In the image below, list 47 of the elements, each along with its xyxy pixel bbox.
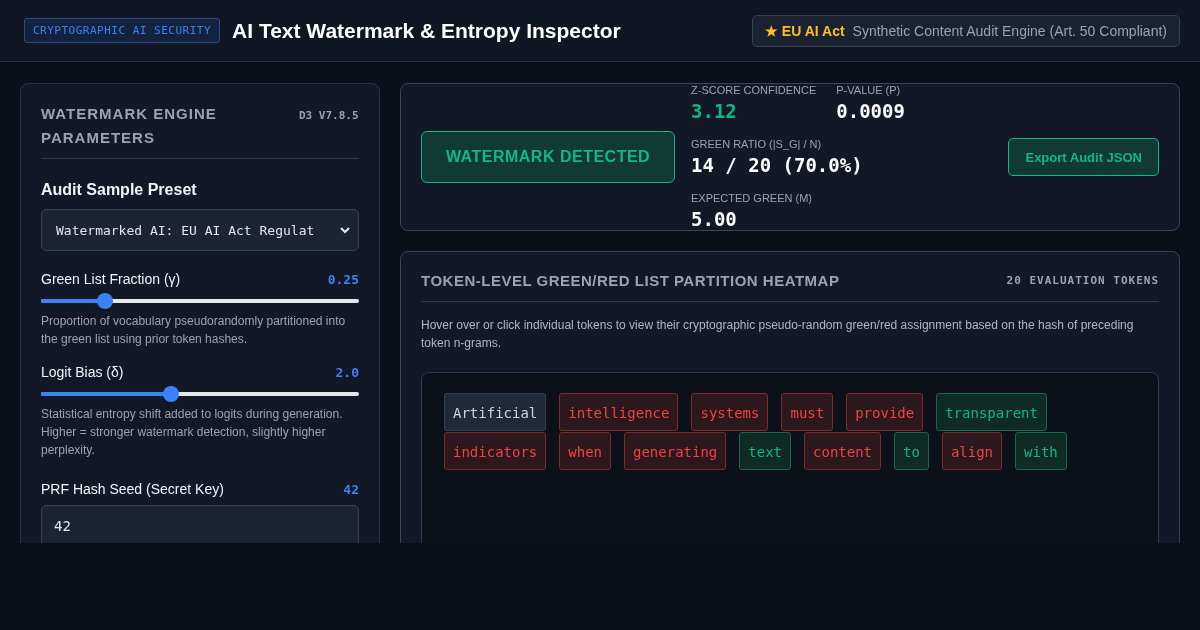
- stat-label: P-VALUE (P): [836, 84, 902, 96]
- chevron-icon: [340, 226, 350, 234]
- token-chip[interactable]: Artificial: [444, 393, 547, 431]
- stat-label: EXPECTED GREEN (M): [691, 192, 813, 204]
- token-chip[interactable]: indicators: [444, 432, 547, 470]
- token-chip[interactable]: text: [739, 432, 792, 470]
- app-title: AI Text Watermark & Entropy Inspector: [232, 18, 621, 43]
- field-label: PRF Hash Seed (Secret Key): [41, 481, 224, 497]
- stat-value: 14 / 20 (70.0%): [691, 154, 864, 176]
- seed-reading: 42: [343, 481, 359, 497]
- slider[interactable]: [41, 386, 359, 402]
- stat-value: 5.00: [691, 208, 738, 230]
- slider-reading: 2.0: [335, 364, 359, 380]
- token-chip[interactable]: transparent: [936, 393, 1047, 431]
- token-chip[interactable]: content: [804, 432, 882, 470]
- token-chip[interactable]: generating: [624, 432, 727, 470]
- token-chip[interactable]: provide: [846, 393, 924, 431]
- token-chip[interactable]: must: [781, 393, 834, 431]
- token-chip[interactable]: to: [894, 432, 929, 470]
- stat-value: 0.0009: [836, 100, 906, 122]
- token-chip[interactable]: with: [1015, 432, 1067, 470]
- field-label: Audit Sample Preset: [41, 181, 198, 199]
- version-label: D3 V7.8.5: [299, 108, 359, 124]
- compliance-text: Synthetic Content Audit Engine (Art. 50 Compliant): [852, 22, 1167, 39]
- slider-label: Green List Fraction (γ): [41, 271, 181, 287]
- slider-description: Proportion of vocabulary pseudorandomly partitioned into the green list using prior token hashes.: [41, 313, 347, 348]
- token-chip[interactable]: align: [941, 432, 1003, 470]
- slider[interactable]: [41, 293, 359, 309]
- slider-description: Statistical entropy shift added to logits during generation. Higher = stronger watermark detection, slightly higher perplexity.: [41, 406, 344, 459]
- preset-dropdown[interactable]: Watermarked AI: EU AI Act Regulat: [41, 209, 359, 251]
- heatmap-description: Hover over or click individual tokens to view their cryptographic pseudo-random green/red assignment based on the hash of preceding token n-grams.: [421, 317, 1135, 352]
- slider-reading: 0.25: [327, 271, 359, 287]
- slider-label: Logit Bias (δ): [41, 364, 124, 380]
- verdict-badge: WATERMARK DETECTED: [421, 131, 675, 183]
- category-badge: CRYPTOGRAPHIC AI SECURITY: [24, 18, 221, 43]
- panel-title: WATERMARK ENGINE PARAMETERS: [41, 104, 218, 148]
- token-count: 20 EVALUATION TOKENS: [1006, 274, 1159, 287]
- section-title: TOKEN-LEVEL GREEN/RED LIST PARTITION HEATMAP: [421, 272, 840, 289]
- stat-label: GREEN RATIO (|S_G| / N): [691, 138, 823, 150]
- token-chip[interactable]: intelligence: [559, 393, 679, 431]
- export-button[interactable]: Export Audit JSON: [1008, 138, 1159, 176]
- regulation-tag: ★ EU AI Act: [764, 22, 845, 39]
- token-chip[interactable]: when: [559, 432, 611, 470]
- stat-value: 3.12: [691, 100, 738, 122]
- stat-label: Z-SCORE CONFIDENCE: [691, 84, 817, 96]
- token-chip[interactable]: systems: [691, 393, 769, 431]
- seed-input-field[interactable]: 42: [41, 505, 359, 543]
